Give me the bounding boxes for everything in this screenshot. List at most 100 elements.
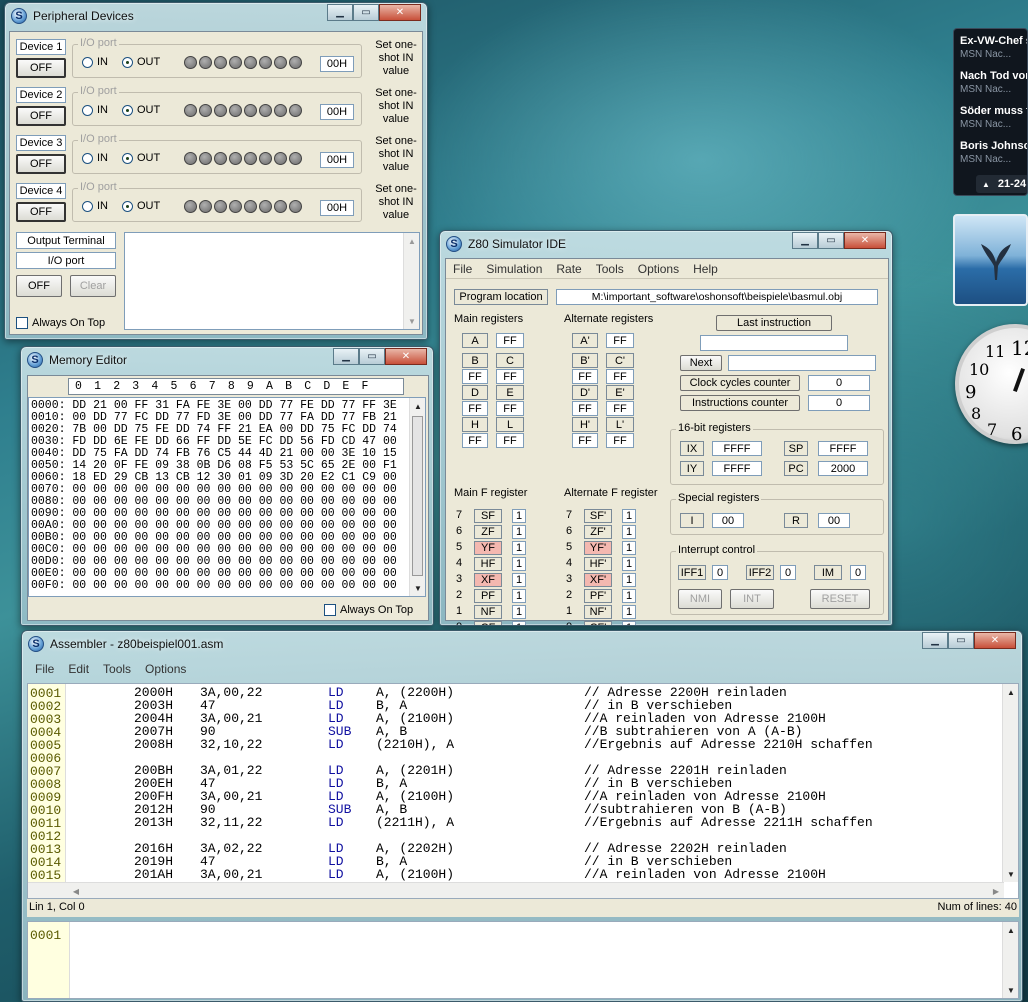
int-button[interactable]: INT: [730, 589, 774, 609]
editor-vscroll[interactable]: ▲ ▼: [1002, 922, 1018, 998]
menu-options[interactable]: Options: [138, 662, 193, 676]
always-on-top-checkbox[interactable]: Always On Top: [16, 317, 105, 329]
reg-alt-h-value[interactable]: FF: [572, 433, 598, 448]
main-flag-value[interactable]: 1: [512, 509, 526, 523]
io-in-radio[interactable]: IN: [82, 200, 108, 212]
always-on-top-checkbox[interactable]: Always On Top: [324, 604, 413, 616]
title-bar[interactable]: S Peripheral Devices ▁ ▭ ✕: [5, 3, 427, 29]
memory-grid[interactable]: 0000: DD 21 00 FF 31 FA FE 3E 00 DD 77 F…: [28, 397, 426, 597]
terminal-scrollbar[interactable]: ▲ ▼: [403, 233, 419, 329]
minimize-button[interactable]: ▁: [327, 4, 353, 21]
menu-help[interactable]: Help: [686, 262, 725, 276]
listing-vscroll[interactable]: ▲ ▼: [1002, 684, 1018, 882]
alt-flag-value[interactable]: 1: [622, 541, 636, 555]
reg-alt-d-value[interactable]: FF: [572, 401, 598, 416]
title-bar[interactable]: S Memory Editor ▁ ▭ ✕: [21, 347, 433, 373]
alt-flag-value[interactable]: 1: [622, 589, 636, 603]
device-toggle-button[interactable]: OFF: [16, 58, 66, 78]
reg-alt-e-value[interactable]: FF: [606, 401, 634, 416]
reg-main-d-value[interactable]: FF: [462, 401, 488, 416]
menu-tools[interactable]: Tools: [589, 262, 631, 276]
menu-file[interactable]: File: [28, 662, 61, 676]
radio-dot[interactable]: [82, 56, 93, 68]
news-headline[interactable]: Boris Johnson: [960, 140, 1027, 152]
menu-edit[interactable]: Edit: [61, 662, 96, 676]
news-headline[interactable]: Söder muss fü: [960, 105, 1027, 117]
nmi-button[interactable]: NMI: [678, 589, 722, 609]
alt-flag-value[interactable]: 1: [622, 557, 636, 571]
io-value-field[interactable]: 00H: [320, 200, 354, 216]
iff2-field[interactable]: 0: [780, 565, 796, 580]
maximize-button[interactable]: ▭: [353, 4, 379, 21]
ix-field[interactable]: FFFF: [712, 441, 762, 456]
scroll-up-icon[interactable]: ▲: [1003, 684, 1018, 700]
title-bar[interactable]: S Assembler - z80beispiel001.asm ▁ ▭ ✕: [22, 631, 1022, 657]
terminal-off-button[interactable]: OFF: [16, 275, 62, 297]
device-toggle-button[interactable]: OFF: [16, 154, 66, 174]
radio-dot[interactable]: [122, 200, 133, 212]
close-button[interactable]: ✕: [974, 632, 1016, 649]
io-value-field[interactable]: 00H: [320, 56, 354, 72]
news-prev-icon[interactable]: ▲: [982, 180, 990, 189]
checkbox-box[interactable]: [16, 317, 28, 329]
news-pager[interactable]: ▲ 21-24: [976, 175, 1027, 193]
pc-field[interactable]: 2000: [818, 461, 868, 476]
reg-alt-a-value[interactable]: FF: [606, 333, 634, 348]
radio-dot[interactable]: [122, 56, 133, 68]
reg-alt-b-value[interactable]: FF: [572, 369, 598, 384]
reg-main-e-value[interactable]: FF: [496, 401, 524, 416]
reg-main-h-value[interactable]: FF: [462, 433, 488, 448]
maximize-button[interactable]: ▭: [359, 348, 385, 365]
next-button[interactable]: Next: [680, 355, 722, 371]
io-in-radio[interactable]: IN: [82, 152, 108, 164]
reg-main-c-value[interactable]: FF: [496, 369, 524, 384]
reset-button[interactable]: RESET: [810, 589, 870, 609]
main-flag-value[interactable]: 1: [512, 557, 526, 571]
scroll-up-icon[interactable]: ▲: [1003, 922, 1018, 938]
main-flag-value[interactable]: 1: [512, 605, 526, 619]
assembler-listing[interactable]: 0001 2000H 3A,00,22 LD A, (2200H)// Adresse …: [27, 683, 1019, 899]
set-one-shot-button[interactable]: Set one-shot IN value: [370, 39, 422, 78]
main-flag-value[interactable]: 1: [512, 525, 526, 539]
scroll-down-icon[interactable]: ▼: [410, 580, 426, 596]
reg-main-a-value[interactable]: FF: [496, 333, 524, 348]
menu-tools[interactable]: Tools: [96, 662, 138, 676]
reg-alt-c-value[interactable]: FF: [606, 369, 634, 384]
menu-rate[interactable]: Rate: [549, 262, 588, 276]
scroll-down-icon[interactable]: ▼: [1003, 866, 1018, 882]
set-one-shot-button[interactable]: Set one-shot IN value: [370, 135, 422, 174]
main-flag-value[interactable]: 1: [512, 541, 526, 555]
scroll-up-icon[interactable]: ▲: [410, 398, 426, 414]
io-value-field[interactable]: 00H: [320, 152, 354, 168]
io-value-field[interactable]: 00H: [320, 104, 354, 120]
alt-flag-value[interactable]: 1: [622, 509, 636, 523]
i-field[interactable]: 00: [712, 513, 744, 528]
news-headline[interactable]: Ex-VW-Chef s: [960, 35, 1027, 47]
radio-dot[interactable]: [82, 104, 93, 116]
program-location-field[interactable]: M:\important_software\oshonsoft\beispiel…: [556, 289, 878, 305]
minimize-button[interactable]: ▁: [922, 632, 948, 649]
alt-flag-value[interactable]: 1: [622, 525, 636, 539]
radio-dot[interactable]: [82, 152, 93, 164]
alt-flag-value[interactable]: 1: [622, 573, 636, 587]
menu-options[interactable]: Options: [631, 262, 686, 276]
reg-main-l-value[interactable]: FF: [496, 433, 524, 448]
maximize-button[interactable]: ▭: [948, 632, 974, 649]
menu-simulation[interactable]: Simulation: [479, 262, 549, 276]
io-out-radio[interactable]: OUT: [122, 200, 160, 212]
scroll-left-icon[interactable]: ◀: [68, 883, 84, 898]
alt-flag-value[interactable]: 1: [622, 605, 636, 619]
main-flag-value[interactable]: 1: [512, 589, 526, 603]
scroll-thumb[interactable]: [412, 416, 423, 576]
checkbox-box[interactable]: [324, 604, 336, 616]
set-one-shot-button[interactable]: Set one-shot IN value: [370, 183, 422, 222]
im-field[interactable]: 0: [850, 565, 866, 580]
io-out-radio[interactable]: OUT: [122, 56, 160, 68]
radio-dot[interactable]: [82, 200, 93, 212]
device-toggle-button[interactable]: OFF: [16, 106, 66, 126]
io-out-radio[interactable]: OUT: [122, 104, 160, 116]
sp-field[interactable]: FFFF: [818, 441, 868, 456]
close-button[interactable]: ✕: [379, 4, 421, 21]
set-one-shot-button[interactable]: Set one-shot IN value: [370, 87, 422, 126]
close-button[interactable]: ✕: [844, 232, 886, 249]
